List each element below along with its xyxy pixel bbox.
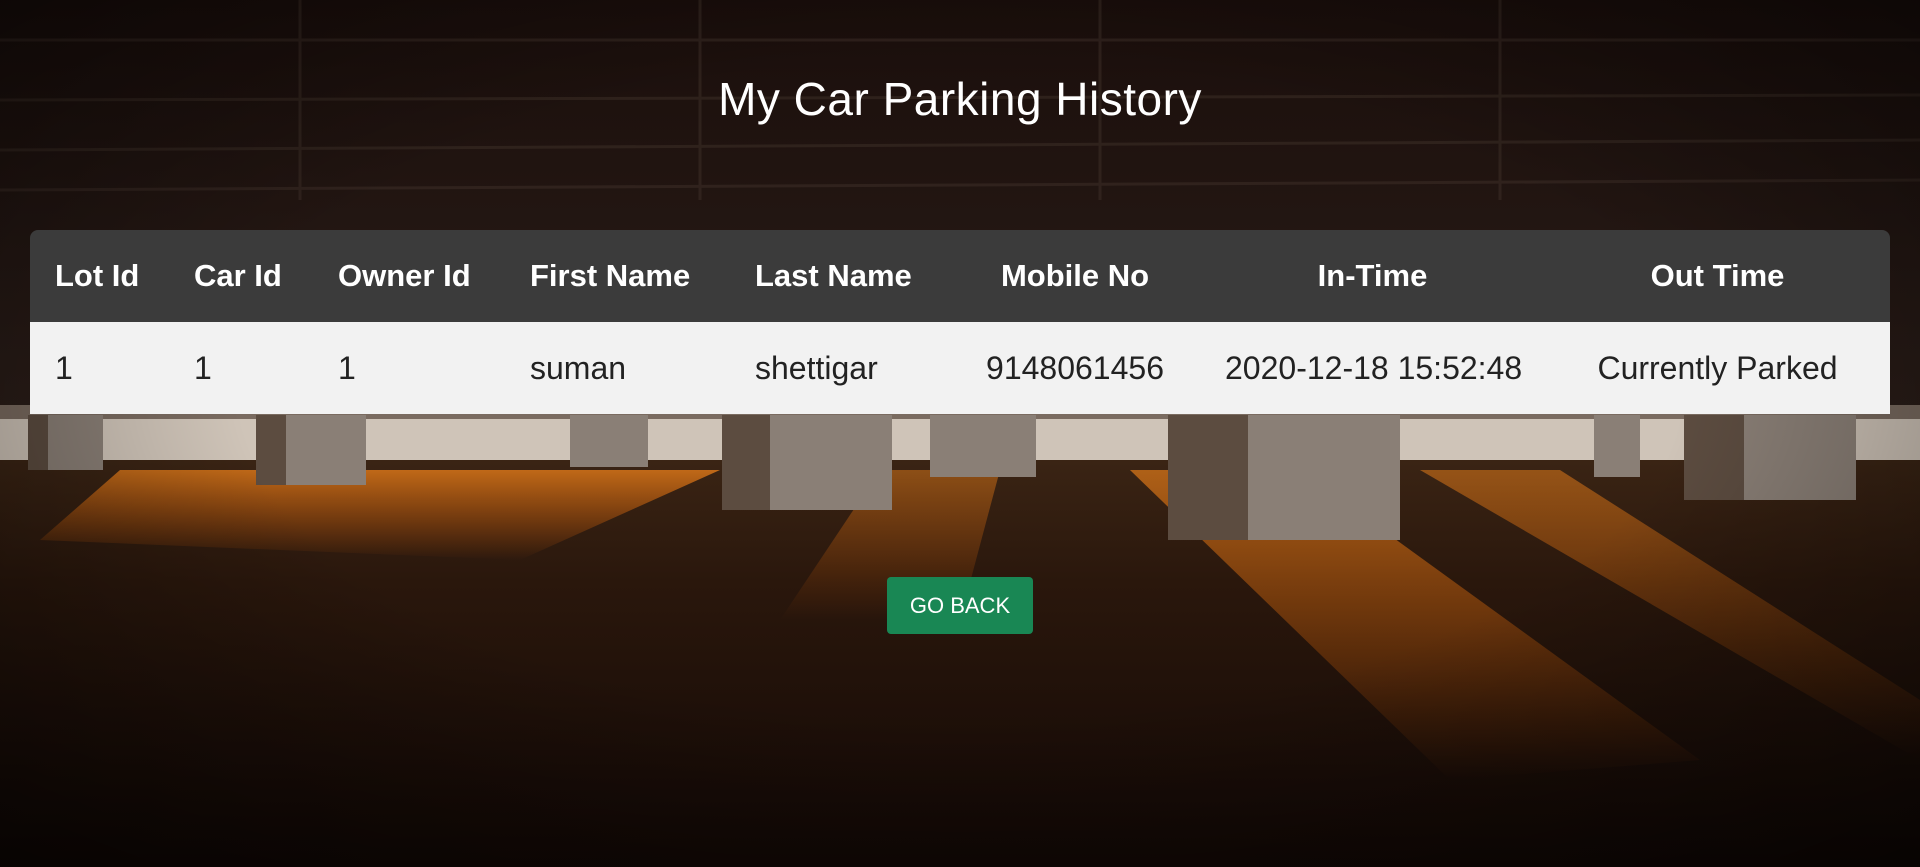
header-owner-id: Owner Id [338, 258, 471, 293]
cell-first-name: suman [530, 349, 627, 386]
cell-last-name: shettigar [755, 349, 878, 386]
page: My Car Parking History Lot Id Car Id Own… [0, 0, 1920, 867]
background-image [0, 0, 1920, 867]
header-last-name: Last Name [755, 258, 912, 293]
cell-car-id: 1 [194, 349, 212, 386]
header-car-id: Car Id [194, 258, 282, 293]
header-out-time: Out Time [1650, 258, 1785, 293]
cell-in-time: 2020-12-18 15:52:48 [1225, 349, 1523, 386]
header-lot-id: Lot Id [55, 258, 140, 293]
table-header-row: Lot Id Car Id Owner Id First Name Last N… [30, 230, 1890, 322]
cell-owner-id: 1 [338, 349, 356, 386]
parking-history-table-container: Lot Id Car Id Owner Id First Name Last N… [30, 230, 1890, 414]
cell-out-time: Currently Parked [1597, 349, 1838, 386]
parking-history-table: Lot Id Car Id Owner Id First Name Last N… [30, 230, 1890, 414]
header-in-time: In-Time [1317, 258, 1428, 293]
header-mobile-no: Mobile No [1000, 258, 1150, 293]
cell-mobile-no: 9148061456 [986, 349, 1164, 386]
cell-lot-id: 1 [55, 349, 73, 386]
page-title: My Car Parking History [718, 73, 1202, 125]
table-row: 1 1 1 suman shettigar 9148061456 2020-12… [30, 322, 1890, 414]
go-back-button[interactable]: GO BACK [887, 577, 1033, 634]
header-first-name: First Name [530, 258, 691, 293]
